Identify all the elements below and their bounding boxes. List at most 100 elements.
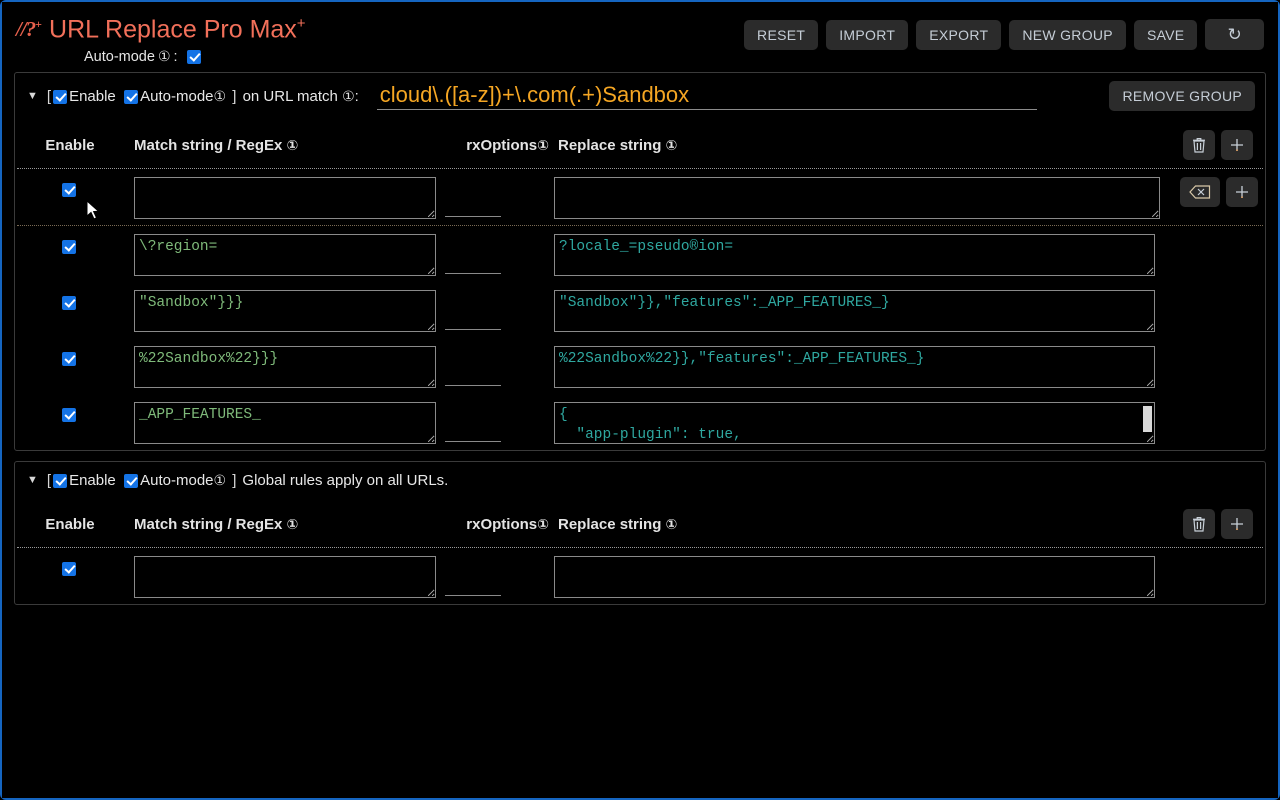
rule-row bbox=[15, 548, 1265, 604]
column-header-replace: Replace string ① bbox=[558, 136, 678, 154]
rule-row: \?region= ?locale_=pseudo®ion= bbox=[15, 226, 1265, 282]
info-icon[interactable]: ① bbox=[287, 517, 299, 533]
app-logo-icon: //?+ bbox=[16, 17, 42, 40]
export-button[interactable]: EXPORT bbox=[916, 19, 1002, 50]
table-header: Enable Match string / RegEx ① rxOptions① Re… bbox=[15, 495, 1265, 547]
rule-replace-input[interactable]: "Sandbox"}},"features":_APP_FEATURES_} bbox=[554, 290, 1155, 333]
add-rule-button[interactable] bbox=[1221, 130, 1253, 161]
info-icon[interactable]: ① bbox=[666, 517, 678, 533]
new-group-button[interactable]: NEW GROUP bbox=[1009, 19, 1126, 50]
app-header: //?+ URL Replace Pro Max+ Auto-mode ① : … bbox=[2, 2, 1278, 72]
rule-rxoptions-input[interactable] bbox=[445, 200, 501, 218]
group-header: ▼ [ Enable Auto-mode ① ] Global rules apply… bbox=[15, 462, 1265, 495]
rule-replace-input[interactable] bbox=[554, 556, 1155, 599]
rule-row: %22Sandbox%22}}} %22Sandbox%22}},"feature… bbox=[15, 338, 1265, 394]
add-rule-below-button[interactable] bbox=[1226, 177, 1258, 208]
global-automode-checkbox[interactable] bbox=[186, 50, 201, 65]
group-enable-checkbox[interactable] bbox=[53, 473, 68, 488]
group-bracket-close: ] bbox=[228, 472, 237, 490]
rule-match-cell bbox=[125, 556, 436, 599]
rule-replace-input[interactable]: { "app-plugin": true, bbox=[554, 402, 1155, 445]
textarea-scrollbar-thumb[interactable] bbox=[1143, 406, 1152, 433]
reset-button[interactable]: RESET bbox=[744, 19, 819, 50]
column-header-replace: Replace string ① bbox=[558, 515, 678, 533]
rule-match-input[interactable]: \?region= bbox=[134, 234, 436, 277]
group-automode-checkbox[interactable] bbox=[124, 89, 139, 104]
rule-rxoptions-input[interactable] bbox=[445, 313, 501, 331]
column-header-match: Match string / RegEx ① bbox=[134, 515, 299, 533]
rules-table: Enable Match string / RegEx ① rxOptions① Re… bbox=[15, 116, 1265, 450]
table-header: Enable Match string / RegEx ① rxOptions① Re… bbox=[15, 116, 1265, 168]
rule-replace-input[interactable]: ?locale_=pseudo®ion= bbox=[554, 234, 1155, 277]
group-automode-label[interactable]: Auto-mode bbox=[140, 88, 213, 105]
rule-replace-cell bbox=[549, 556, 1155, 599]
rule-group: ▼[ Enable Auto-mode ① ] Global rules apply… bbox=[14, 461, 1266, 606]
delete-all-rules-button[interactable] bbox=[1183, 130, 1215, 161]
group-enable-label[interactable]: Enable bbox=[69, 472, 116, 489]
rule-enable-cell bbox=[15, 290, 125, 313]
rule-rxoptions-input[interactable] bbox=[445, 579, 501, 597]
rule-replace-input[interactable]: %22Sandbox%22}},"features":_APP_FEATURES… bbox=[554, 346, 1155, 389]
group-enable-label[interactable]: Enable bbox=[69, 88, 116, 105]
rule-rxoptions-input[interactable] bbox=[445, 369, 501, 387]
rule-enable-cell bbox=[15, 346, 125, 369]
info-icon[interactable]: ① bbox=[214, 89, 227, 105]
rule-enable-checkbox[interactable] bbox=[62, 352, 76, 367]
rule-enable-checkbox[interactable] bbox=[62, 240, 76, 255]
rule-match-input[interactable]: "Sandbox"}}} bbox=[134, 290, 436, 333]
info-icon[interactable]: ① bbox=[214, 473, 227, 489]
remove-group-button[interactable]: REMOVE GROUP bbox=[1109, 81, 1255, 111]
group-urlmatch-label: on URL match ①: bbox=[238, 88, 359, 106]
info-icon[interactable]: ① bbox=[537, 138, 549, 154]
rule-replace-cell: "Sandbox"}},"features":_APP_FEATURES_} bbox=[549, 290, 1155, 333]
rule-enable-checkbox[interactable] bbox=[62, 296, 76, 311]
logo-plus-glyph: + bbox=[35, 17, 42, 31]
rule-rxoptions-cell bbox=[435, 290, 549, 331]
rule-replace-cell bbox=[549, 177, 1160, 220]
rule-enable-cell bbox=[15, 556, 125, 579]
info-icon[interactable]: ① bbox=[287, 138, 299, 154]
rule-replace-cell: %22Sandbox%22}},"features":_APP_FEATURES… bbox=[549, 346, 1155, 389]
rule-enable-checkbox[interactable] bbox=[62, 408, 76, 423]
group-row-actions bbox=[1155, 130, 1265, 161]
group-automode-label[interactable]: Auto-mode bbox=[140, 472, 213, 489]
import-button[interactable]: IMPORT bbox=[826, 19, 909, 50]
info-icon[interactable]: ① bbox=[158, 49, 171, 65]
add-rule-button[interactable] bbox=[1221, 509, 1253, 540]
group-urlmatch-input[interactable] bbox=[376, 83, 1037, 111]
rule-rxoptions-cell bbox=[435, 556, 549, 597]
refresh-button[interactable]: ↻ bbox=[1205, 19, 1264, 50]
rule-match-input[interactable]: %22Sandbox%22}}} bbox=[134, 346, 436, 389]
clear-rule-button[interactable] bbox=[1180, 177, 1220, 208]
group-automode-wrap: Auto-mode ① bbox=[124, 472, 226, 489]
info-icon[interactable]: ① bbox=[666, 138, 678, 154]
group-enable-checkbox[interactable] bbox=[53, 89, 68, 104]
rule-replace-cell: ?locale_=pseudo®ion= bbox=[549, 234, 1155, 277]
rule-enable-checkbox[interactable] bbox=[62, 183, 76, 198]
rule-rxoptions-cell bbox=[435, 402, 549, 443]
group-enable-wrap: Enable bbox=[53, 88, 116, 105]
group-automode-checkbox[interactable] bbox=[124, 473, 139, 488]
save-button[interactable]: SAVE bbox=[1133, 19, 1198, 50]
rule-rxoptions-input[interactable] bbox=[445, 257, 501, 275]
rule-enable-checkbox[interactable] bbox=[62, 562, 76, 577]
info-icon[interactable]: ① bbox=[537, 517, 549, 533]
group-enable-wrap: Enable bbox=[53, 472, 116, 489]
info-icon[interactable]: ① bbox=[342, 89, 355, 105]
rule-row bbox=[15, 169, 1265, 225]
rule-replace-input[interactable] bbox=[554, 177, 1160, 220]
page-title: URL Replace Pro Max+ bbox=[49, 16, 306, 42]
rule-match-input[interactable] bbox=[134, 177, 436, 220]
group-bracket-open: [ bbox=[46, 88, 52, 106]
rule-match-input[interactable] bbox=[134, 556, 436, 599]
rules-table: Enable Match string / RegEx ① rxOptions① Re… bbox=[15, 495, 1265, 604]
rule-rxoptions-cell bbox=[435, 234, 549, 275]
rule-match-input[interactable]: _APP_FEATURES_ bbox=[134, 402, 436, 445]
group-collapse-caret[interactable]: ▼ bbox=[27, 91, 38, 102]
delete-all-rules-button[interactable] bbox=[1183, 509, 1215, 540]
rule-rxoptions-cell bbox=[435, 346, 549, 387]
rule-rxoptions-input[interactable] bbox=[445, 425, 501, 443]
column-header-enable: Enable bbox=[45, 136, 95, 154]
rule-enable-cell bbox=[15, 234, 125, 257]
group-collapse-caret[interactable]: ▼ bbox=[27, 475, 38, 486]
